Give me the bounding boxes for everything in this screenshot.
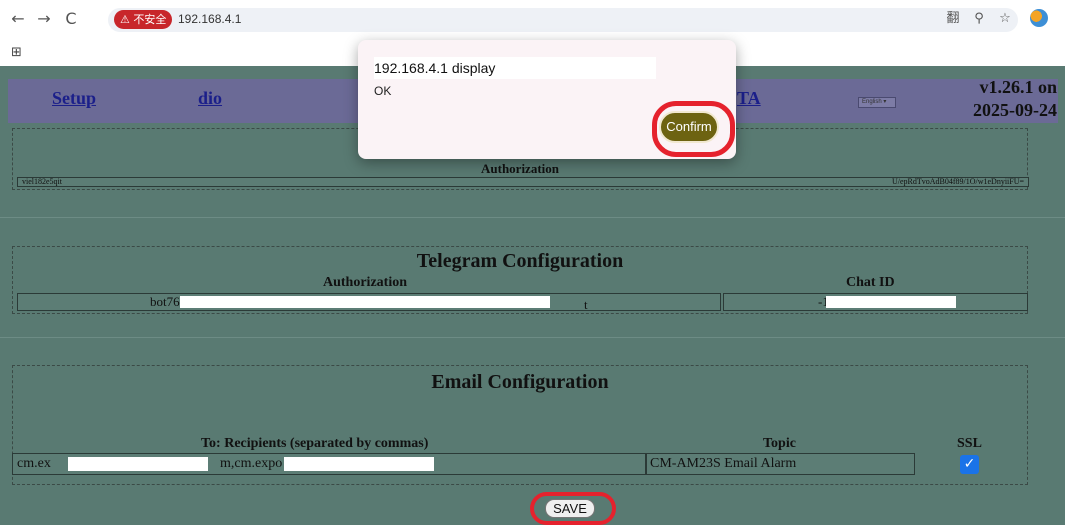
- nav-link-setup[interactable]: Setup: [52, 88, 96, 109]
- telegram-section-title: Telegram Configuration: [416, 250, 624, 272]
- email-section-title: Email Configuration: [431, 371, 609, 393]
- redaction-mark: [826, 296, 956, 308]
- language-select[interactable]: English ▾: [858, 97, 896, 108]
- version-line-2: 2025-09-24: [973, 100, 1057, 120]
- section-divider: [0, 217, 1065, 218]
- email-ssl-label: SSL: [957, 436, 982, 451]
- forward-arrow-icon[interactable]: →: [34, 9, 54, 29]
- highlight-ring-save: [530, 492, 616, 525]
- profile-globe-icon[interactable]: [1030, 9, 1048, 27]
- reload-icon[interactable]: C: [61, 9, 81, 29]
- apps-grid-icon[interactable]: ⊞: [11, 45, 22, 60]
- language-select-value: English: [862, 99, 882, 105]
- version-info: v1.26.1 on 2025-09-24: [973, 76, 1057, 122]
- ssl-checkbox[interactable]: ✓: [960, 455, 979, 474]
- redaction-mark: [68, 457, 208, 471]
- telegram-auth-label: Authorization: [323, 275, 407, 290]
- nav-link-dio[interactable]: dio: [198, 88, 222, 109]
- zoom-icon[interactable]: ⚲: [970, 10, 988, 28]
- telegram-chat-id-label: Chat ID: [846, 275, 895, 290]
- redaction-mark: [284, 457, 434, 471]
- back-arrow-icon[interactable]: ←: [8, 9, 28, 29]
- email-recipients-part-2: m,cm.expo: [220, 456, 283, 471]
- nav-link-ota[interactable]: TA: [737, 88, 761, 109]
- email-topic-value: CM-AM23S Email Alarm: [650, 456, 797, 471]
- dialog-message: OK: [374, 84, 392, 98]
- url-text[interactable]: 192.168.4.1: [178, 10, 241, 29]
- checkmark-icon: ✓: [963, 456, 976, 472]
- email-topic-label: Topic: [763, 436, 796, 451]
- version-line-1: v1.26.1 on: [979, 77, 1057, 97]
- translate-icon[interactable]: 翻: [944, 10, 962, 28]
- auth-input-left-value: viel182e5qit: [22, 177, 62, 186]
- bookmark-star-icon[interactable]: ☆: [996, 10, 1014, 28]
- dialog-title: 192.168.4.1 display: [374, 57, 656, 79]
- auth-input-right-value: U/epRdTvoAdB04f89/1O/w1eDnyiiFU=: [891, 177, 1024, 186]
- section-divider: [0, 337, 1065, 338]
- auth-input[interactable]: viel182e5qit U/epRdTvoAdB04f89/1O/w1eDny…: [17, 177, 1029, 187]
- not-secure-badge[interactable]: ⚠ 不安全: [114, 10, 173, 29]
- redaction-mark: [180, 296, 550, 308]
- email-topic-input[interactable]: CM-AM23S Email Alarm: [646, 453, 915, 475]
- email-recipients-label: To: Recipients (separated by commas): [201, 436, 429, 451]
- telegram-token-tail: t: [584, 297, 588, 311]
- address-bar[interactable]: [108, 8, 1018, 32]
- highlight-ring-confirm: [652, 101, 735, 157]
- email-recipients-part-1: cm.ex: [17, 456, 51, 471]
- auth-section-title: Authorization: [481, 161, 559, 176]
